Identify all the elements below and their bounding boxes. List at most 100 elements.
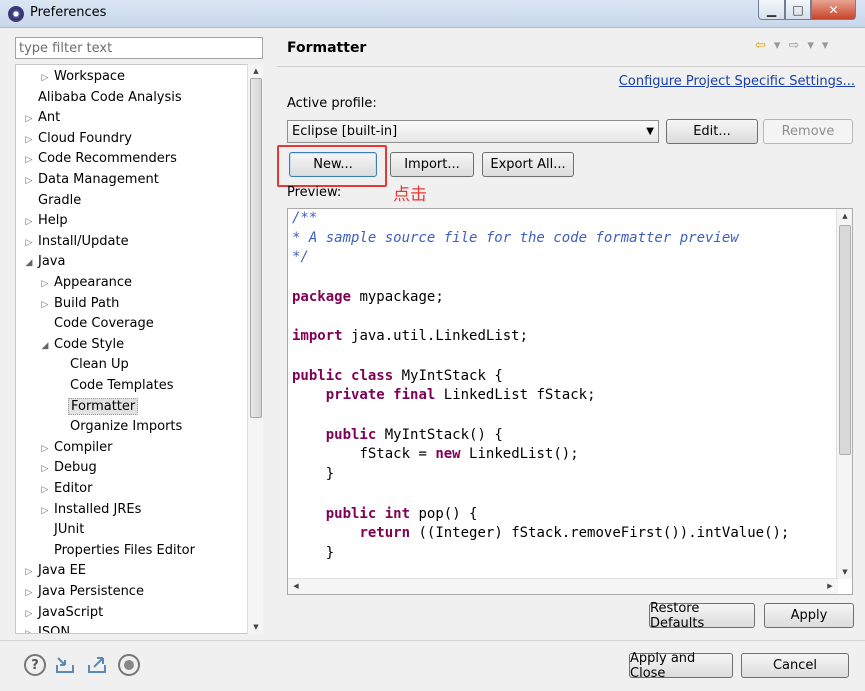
tree-item-label: Code Coverage bbox=[54, 316, 154, 332]
tree-item[interactable]: ▷ Debug bbox=[38, 458, 99, 478]
tree-item[interactable]: ▷ Install/Update bbox=[22, 232, 131, 252]
collapsed-arrow-icon[interactable]: ▷ bbox=[22, 212, 36, 232]
tree-item-label: Organize Imports bbox=[70, 419, 183, 435]
tree-item[interactable]: Formatter bbox=[54, 397, 139, 417]
collapsed-arrow-icon[interactable]: ▷ bbox=[22, 604, 36, 624]
apply-button[interactable]: Apply bbox=[764, 603, 854, 628]
expanded-arrow-icon[interactable]: ◢ bbox=[38, 336, 52, 356]
tree-item[interactable]: Clean Up bbox=[54, 355, 131, 375]
collapsed-arrow-icon[interactable]: ▷ bbox=[22, 150, 36, 170]
tree-item[interactable]: ▷ Java EE bbox=[22, 561, 88, 581]
collapsed-arrow-icon[interactable]: ▷ bbox=[22, 562, 36, 582]
tree-scroll-thumb[interactable] bbox=[250, 78, 262, 418]
back-menu-chevron-icon[interactable]: ▾ bbox=[774, 38, 781, 53]
tree-item[interactable]: ▷ Help bbox=[22, 211, 70, 231]
expanded-arrow-icon[interactable]: ◢ bbox=[22, 253, 36, 273]
tree-item-label: Compiler bbox=[54, 439, 113, 455]
configure-project-settings-link[interactable]: Configure Project Specific Settings... bbox=[619, 74, 855, 89]
collapsed-arrow-icon[interactable]: ▷ bbox=[38, 439, 52, 459]
collapsed-arrow-icon[interactable]: ▷ bbox=[22, 130, 36, 150]
collapsed-arrow-icon[interactable]: ▷ bbox=[22, 233, 36, 253]
collapsed-arrow-icon[interactable]: ▷ bbox=[38, 459, 52, 479]
import-preferences-icon[interactable] bbox=[54, 654, 76, 676]
view-menu-chevron-icon[interactable]: ▾ bbox=[822, 38, 829, 53]
new-profile-button[interactable]: New... bbox=[289, 152, 377, 177]
maximize-button[interactable]: □ bbox=[785, 0, 811, 20]
import-button[interactable]: Import... bbox=[390, 152, 474, 177]
preview-scroll-thumb[interactable] bbox=[839, 225, 851, 455]
tree-item[interactable]: Properties Files Editor bbox=[38, 541, 197, 561]
tree-item[interactable]: ▷ Code Recommenders bbox=[22, 149, 179, 169]
scroll-left-arrow-icon[interactable]: ◀ bbox=[288, 579, 304, 593]
collapsed-arrow-icon[interactable]: ▷ bbox=[22, 109, 36, 129]
back-arrow-icon[interactable]: ⇦ bbox=[755, 38, 766, 53]
tree-item[interactable]: ▷ Appearance bbox=[38, 273, 134, 293]
export-all-button[interactable]: Export All... bbox=[482, 152, 574, 177]
tree-item[interactable]: ▷ Workspace bbox=[38, 67, 127, 87]
code-line: /** bbox=[292, 210, 318, 226]
tree-item[interactable]: ▷ Compiler bbox=[38, 438, 115, 458]
scroll-down-arrow-icon[interactable]: ▼ bbox=[248, 620, 264, 634]
collapsed-arrow-icon[interactable]: ▷ bbox=[38, 480, 52, 500]
tree-item[interactable]: ◢ Java bbox=[22, 252, 67, 272]
tree-item-label: Java EE bbox=[38, 563, 87, 579]
tree-item[interactable]: ▷ Data Management bbox=[22, 170, 161, 190]
forward-arrow-icon[interactable]: ⇨ bbox=[788, 38, 799, 53]
tree-item-label: Cloud Foundry bbox=[38, 130, 133, 146]
tree-item[interactable]: ▷ Build Path bbox=[38, 294, 121, 314]
divider bbox=[277, 66, 865, 67]
preferences-tree: ▷ Workspace Alibaba Code Analysis ▷ Ant ▷ Clou… bbox=[15, 64, 263, 634]
tree-item[interactable]: ▷ Installed JREs bbox=[38, 500, 143, 520]
code-line: } bbox=[292, 466, 335, 483]
tree-item[interactable]: ▷JSON bbox=[22, 623, 72, 634]
help-icon[interactable]: ? bbox=[24, 654, 46, 676]
filter-input[interactable] bbox=[15, 37, 263, 59]
annotation-text: 点击 bbox=[393, 185, 427, 205]
apply-and-close-button[interactable]: Apply and Close bbox=[629, 651, 733, 681]
minimize-button[interactable]: ▁ bbox=[758, 0, 785, 20]
export-preferences-icon[interactable] bbox=[86, 654, 108, 676]
tree-item[interactable]: ▷ Editor bbox=[38, 479, 94, 499]
preferences-navigation: ▷WorkspaceAlibaba Code Analysis▷Ant▷Clou… bbox=[0, 28, 275, 640]
tree-item[interactable]: JUnit bbox=[38, 520, 86, 540]
tree-item[interactable]: Code Coverage bbox=[38, 314, 156, 334]
active-profile-select[interactable]: Eclipse [built-in] ▼ bbox=[287, 120, 659, 143]
collapsed-arrow-icon[interactable]: ▷ bbox=[38, 274, 52, 294]
preview-vertical-scrollbar[interactable]: ▲ ▼ bbox=[836, 209, 852, 579]
collapsed-arrow-icon[interactable]: ▷ bbox=[22, 171, 36, 191]
active-profile-label: Active profile: bbox=[287, 96, 377, 111]
collapsed-arrow-icon[interactable]: ▷ bbox=[38, 68, 52, 88]
tree-item[interactable]: ▷ Java Persistence bbox=[22, 582, 146, 602]
collapsed-arrow-icon[interactable]: ▷ bbox=[38, 295, 52, 315]
preview-horizontal-scrollbar[interactable]: ◀ ▶ bbox=[288, 578, 838, 594]
tree-item[interactable]: Alibaba Code Analysis bbox=[22, 88, 184, 108]
tree-item[interactable]: Code Templates bbox=[54, 376, 176, 396]
tree-scrollbar[interactable]: ▲ ▼ bbox=[247, 64, 263, 634]
tree-item-label: JSON bbox=[38, 625, 71, 634]
tree-item[interactable]: Gradle bbox=[22, 191, 83, 211]
edit-button[interactable]: Edit... bbox=[666, 119, 758, 144]
dialog-footer: ? Apply and Close Cancel bbox=[0, 641, 865, 691]
collapsed-arrow-icon[interactable]: ▷ bbox=[22, 583, 36, 603]
tree-item[interactable]: ▷ Ant bbox=[22, 108, 62, 128]
tree-item[interactable]: ▷ JavaScript bbox=[22, 603, 105, 623]
record-icon[interactable] bbox=[118, 654, 140, 676]
collapsed-arrow-icon[interactable]: ▷ bbox=[22, 624, 36, 633]
forward-menu-chevron-icon[interactable]: ▾ bbox=[807, 38, 814, 53]
close-button[interactable]: ✕ bbox=[811, 0, 856, 20]
restore-defaults-button[interactable]: Restore Defaults bbox=[649, 601, 755, 631]
scroll-up-arrow-icon[interactable]: ▲ bbox=[248, 64, 264, 78]
tree-item-label: Build Path bbox=[54, 295, 120, 311]
collapsed-arrow-icon[interactable]: ▷ bbox=[38, 501, 52, 521]
tree-item[interactable]: ◢ Code Style bbox=[38, 335, 126, 355]
scroll-down-arrow-icon[interactable]: ▼ bbox=[837, 565, 852, 579]
scroll-up-arrow-icon[interactable]: ▲ bbox=[837, 209, 852, 223]
remove-button[interactable]: Remove bbox=[763, 119, 853, 144]
code-line: import java.util.LinkedList; bbox=[292, 328, 529, 345]
window-title: Preferences bbox=[30, 5, 107, 20]
scroll-right-arrow-icon[interactable]: ▶ bbox=[822, 579, 838, 593]
tree-item[interactable]: ▷ Cloud Foundry bbox=[22, 129, 134, 149]
tree-item[interactable]: Organize Imports bbox=[54, 417, 184, 437]
cancel-button[interactable]: Cancel bbox=[741, 653, 849, 678]
